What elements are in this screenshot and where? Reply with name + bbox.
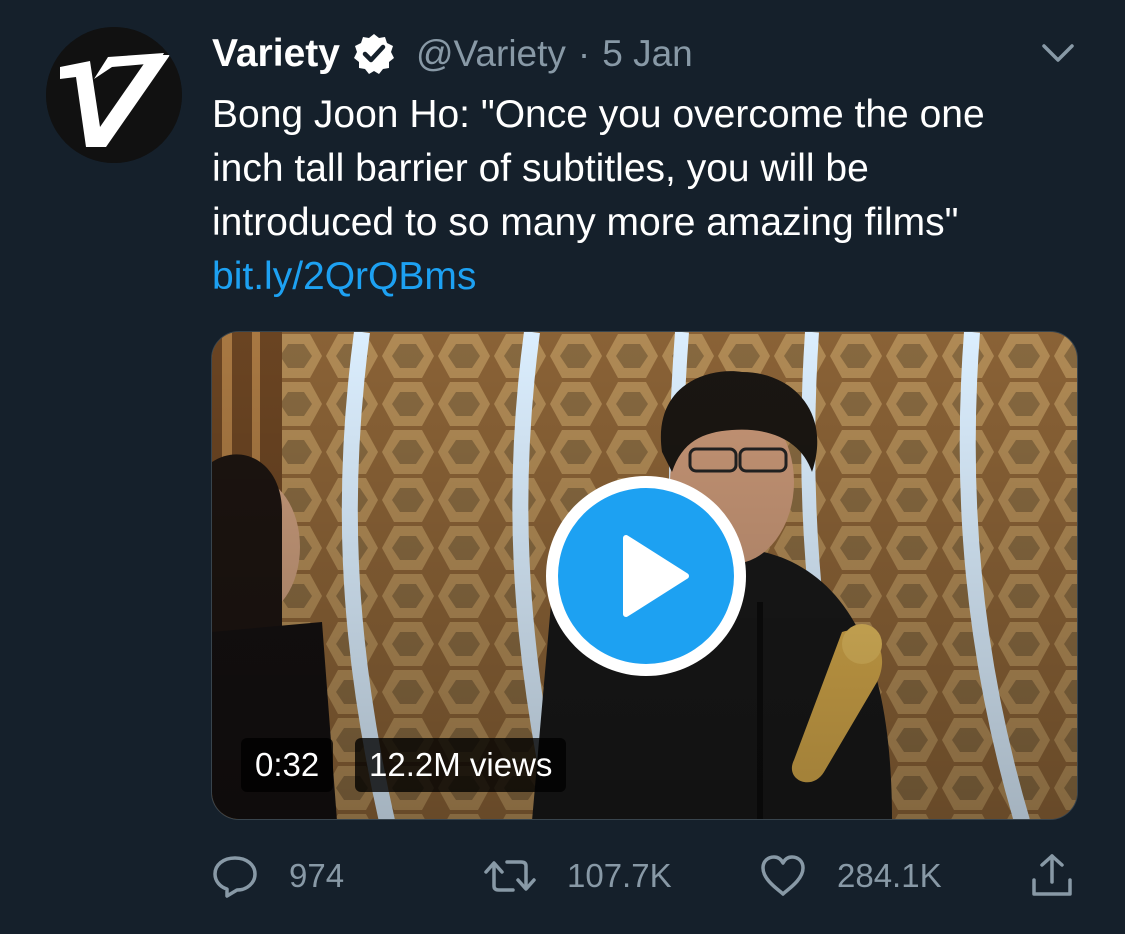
share-icon xyxy=(1032,854,1072,896)
avatar[interactable] xyxy=(46,27,182,163)
separator-dot: · xyxy=(577,33,591,74)
play-icon xyxy=(623,535,689,617)
like-icon xyxy=(761,855,805,896)
display-name[interactable]: Variety xyxy=(212,32,340,76)
play-button[interactable] xyxy=(546,476,746,676)
tweet-text-line: introduced to so many more amazing films… xyxy=(212,201,959,244)
tweet-link[interactable]: bit.ly/2QrQBms xyxy=(212,255,476,298)
video-views: 12.2M views xyxy=(355,738,567,792)
share-button[interactable] xyxy=(1028,846,1076,906)
like-count: 284.1K xyxy=(837,857,942,894)
verified-badge-icon xyxy=(352,32,396,76)
retweet-button[interactable]: 107.7K xyxy=(483,846,672,906)
reply-icon xyxy=(213,856,257,898)
variety-logo xyxy=(46,27,182,163)
video-player[interactable]: 0:32 12.2M views xyxy=(211,331,1078,820)
retweet-icon xyxy=(484,860,536,892)
reply-count: 974 xyxy=(289,857,345,894)
like-button[interactable]: 284.1K xyxy=(759,846,942,906)
reply-button[interactable]: 974 xyxy=(211,846,344,906)
tweet-actions: 974 107.7K 284.1K xyxy=(211,846,1081,906)
handle[interactable]: @Variety xyxy=(416,33,566,75)
retweet-count: 107.7K xyxy=(567,857,672,894)
tweet-date[interactable]: 5 Jan xyxy=(602,33,693,75)
tweet-text-line: Bong Joon Ho: "Once you overcome the one xyxy=(212,93,985,136)
tweet-text-line: inch tall barrier of subtitles, you will… xyxy=(212,147,869,190)
tweet-header: Variety @Variety · 5 Jan xyxy=(212,30,693,78)
video-duration: 0:32 xyxy=(241,738,334,792)
tweet-text: Bong Joon Ho: "Once you overcome the one… xyxy=(212,88,1092,304)
chevron-down-icon[interactable] xyxy=(1040,40,1076,66)
tweet[interactable]: Variety @Variety · 5 Jan Bong Joon Ho: "… xyxy=(0,0,1125,934)
